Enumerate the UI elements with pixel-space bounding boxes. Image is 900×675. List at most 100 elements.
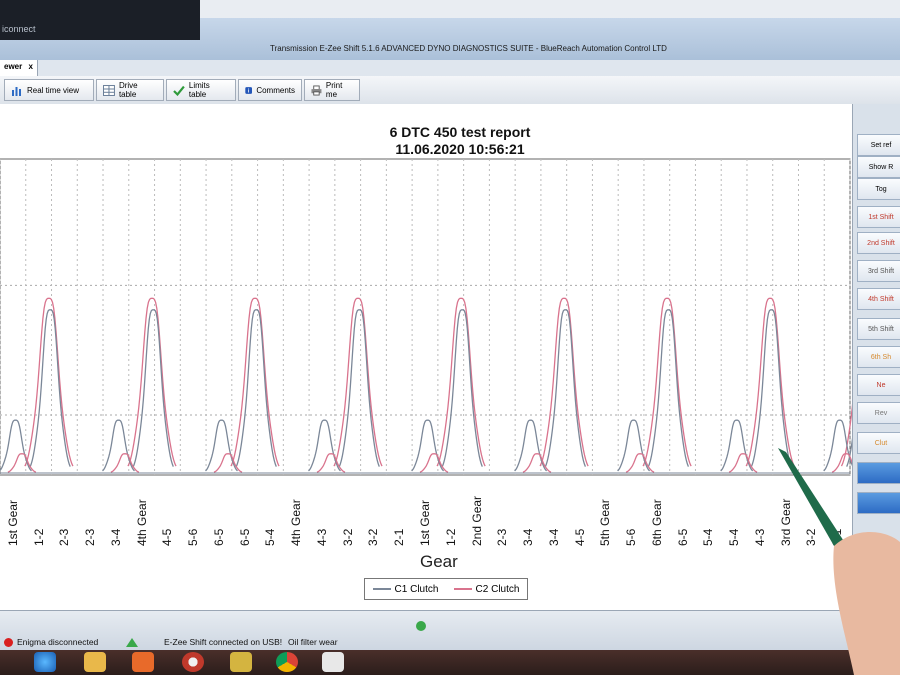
reverse-button[interactable]: Rev bbox=[857, 402, 900, 424]
third-shift-button[interactable]: 3rd Shift bbox=[857, 260, 900, 282]
top-left-status: iconnect bbox=[0, 0, 200, 40]
app-yellow-icon[interactable] bbox=[230, 652, 252, 672]
toggle-button[interactable]: Tog bbox=[857, 178, 900, 200]
x-tick-label: 5-4 bbox=[701, 528, 716, 546]
x-tick-label: 2-1 bbox=[392, 528, 407, 546]
x-tick-label: 6-5 bbox=[211, 528, 226, 546]
blue-action-button[interactable] bbox=[857, 462, 900, 484]
folder-icon[interactable] bbox=[84, 652, 106, 672]
x-tick-label: 3-4 bbox=[521, 528, 536, 546]
chrome-icon[interactable] bbox=[276, 652, 298, 672]
legend-item-c2: C2 Clutch bbox=[453, 583, 520, 595]
x-tick-label: 6-5 bbox=[237, 528, 252, 546]
x-tick-label: 4-5 bbox=[572, 528, 587, 546]
x-tick-label: 5-6 bbox=[186, 528, 201, 546]
x-tick-label: 4th Gear bbox=[289, 499, 304, 546]
ie-icon[interactable] bbox=[34, 652, 56, 672]
info-icon: i bbox=[245, 86, 253, 94]
sixth-shift-button[interactable]: 6th Sh bbox=[857, 346, 900, 368]
tab-viewer[interactable]: ewer x bbox=[0, 60, 38, 76]
tab-close-icon[interactable]: x bbox=[28, 62, 32, 71]
print-me-label: Print me bbox=[325, 81, 343, 99]
x-tick-label: 2-3 bbox=[57, 528, 72, 546]
x-tick-label: 6-5 bbox=[675, 528, 690, 546]
ezee-shift-icon[interactable] bbox=[322, 652, 344, 672]
plot-frame bbox=[0, 158, 851, 476]
screen: iconnect Transmission E-Zee Shift 5.1.6 … bbox=[0, 0, 900, 675]
first-shift-button[interactable]: 1st Shift bbox=[857, 206, 900, 228]
x-tick-label: 3rd Gear bbox=[778, 498, 793, 546]
x-tick-label: 3-4 bbox=[546, 528, 561, 546]
taskbar bbox=[0, 650, 900, 675]
enigma-status: Enigma disconnected bbox=[4, 637, 98, 647]
language-indicator[interactable]: EN bbox=[856, 618, 867, 627]
x-tick-label: 3-2 bbox=[804, 528, 819, 546]
x-tick-label: 4th Gear bbox=[134, 499, 149, 546]
oil-status-text: Oil filter wear bbox=[288, 637, 338, 647]
media-player-icon[interactable] bbox=[132, 652, 154, 672]
x-tick-label: 1st Gear bbox=[5, 499, 20, 546]
x-tick-label: 2-3 bbox=[83, 528, 98, 546]
x-tick-label: 1-2 bbox=[31, 528, 46, 546]
second-shift-button[interactable]: 2nd Shift bbox=[857, 232, 900, 254]
toolbar: Real time view Drive table Limits table … bbox=[0, 76, 900, 105]
clutch-button[interactable]: Clut bbox=[857, 432, 900, 454]
x-axis-tick-labels: 1st Gear 1-2 2-3 2-3 3-4 4th Gear 4-5 5-6 6-5 6-5… bbox=[0, 480, 852, 550]
legend-label-c2: C2 Clutch bbox=[475, 583, 520, 595]
table-icon bbox=[103, 84, 115, 96]
x-tick-label: 4-3 bbox=[752, 528, 767, 546]
gear-shift-chart bbox=[0, 158, 852, 476]
x-tick-label: 1-2 bbox=[443, 528, 458, 546]
status-bar: Enigma disconnected E-Zee Shift connecte… bbox=[0, 610, 900, 651]
set-ref-button[interactable]: Set ref bbox=[857, 134, 900, 156]
x-tick-label: 5-6 bbox=[624, 528, 639, 546]
drive-table-button[interactable]: Drive table bbox=[96, 79, 164, 101]
limits-table-button[interactable]: Limits table bbox=[166, 79, 236, 101]
show-ref-button[interactable]: Show R bbox=[857, 156, 900, 178]
window-title: Transmission E-Zee Shift 5.1.6 ADVANCED … bbox=[270, 44, 667, 53]
connect-label: iconnect bbox=[2, 24, 36, 34]
legend-label-c1: C1 Clutch bbox=[394, 583, 439, 595]
x-tick-label: 5th Gear bbox=[598, 499, 613, 546]
x-tick-label: 3-4 bbox=[108, 528, 123, 546]
report-header: 6 DTC 450 test report 11.06.2020 10:56:2… bbox=[230, 124, 690, 158]
printer-icon bbox=[311, 85, 322, 95]
app-red-icon[interactable] bbox=[182, 652, 204, 672]
red-status-icon bbox=[4, 637, 13, 647]
x-tick-label: 2nd Gear bbox=[469, 495, 484, 546]
comments-button[interactable]: i Comments bbox=[238, 79, 302, 101]
legend-swatch-c2 bbox=[453, 588, 472, 590]
document-tab-row: ewer x bbox=[0, 60, 900, 77]
green-dot-icon bbox=[416, 621, 426, 631]
tab-label: ewer bbox=[4, 62, 23, 71]
usb-status-text: E-Zee Shift connected on USB! bbox=[164, 637, 283, 647]
x-tick-label: 1st Gear bbox=[418, 499, 432, 546]
x-tick-label: 4-3 bbox=[314, 528, 329, 546]
fourth-shift-button[interactable]: 4th Shift bbox=[857, 288, 900, 310]
x-tick-label: 3-2 bbox=[340, 528, 355, 546]
drive-table-label: Drive table bbox=[118, 81, 138, 99]
right-button-panel: Set ref Show R Tog 1st Shift 2nd Shift 3… bbox=[852, 104, 900, 610]
report-title: 6 DTC 450 test report bbox=[389, 124, 531, 140]
bar-chart-icon bbox=[12, 86, 21, 96]
legend-item-c1: C1 Clutch bbox=[372, 583, 439, 595]
x-tick-label: 5-4 bbox=[727, 528, 742, 546]
print-me-button[interactable]: Print me bbox=[304, 79, 360, 101]
real-time-view-button[interactable]: Real time view bbox=[4, 79, 94, 101]
neutral-button[interactable]: Ne bbox=[857, 374, 900, 396]
x-tick-label: 6th Gear bbox=[649, 499, 664, 546]
x-tick-label: 4-5 bbox=[160, 528, 175, 546]
x-tick-label: 3-2 bbox=[366, 528, 381, 546]
x-tick-label: 2-3 bbox=[495, 528, 510, 546]
comments-label: Comments bbox=[256, 85, 295, 95]
x-tick-label: 2-1 bbox=[830, 528, 845, 546]
green-triangle-icon bbox=[126, 637, 138, 647]
chart-legend: C1 Clutch C2 Clutch bbox=[364, 578, 528, 600]
x-tick-label: 5-4 bbox=[263, 528, 278, 546]
blue-action-button-2[interactable] bbox=[857, 492, 900, 514]
fifth-shift-button[interactable]: 5th Shift bbox=[857, 318, 900, 340]
enigma-status-text: Enigma disconnected bbox=[17, 637, 99, 647]
real-time-view-label: Real time view bbox=[27, 85, 80, 95]
oil-status: Oil filter wear bbox=[288, 637, 338, 647]
usb-status: E-Zee Shift connected on USB! bbox=[126, 637, 282, 647]
